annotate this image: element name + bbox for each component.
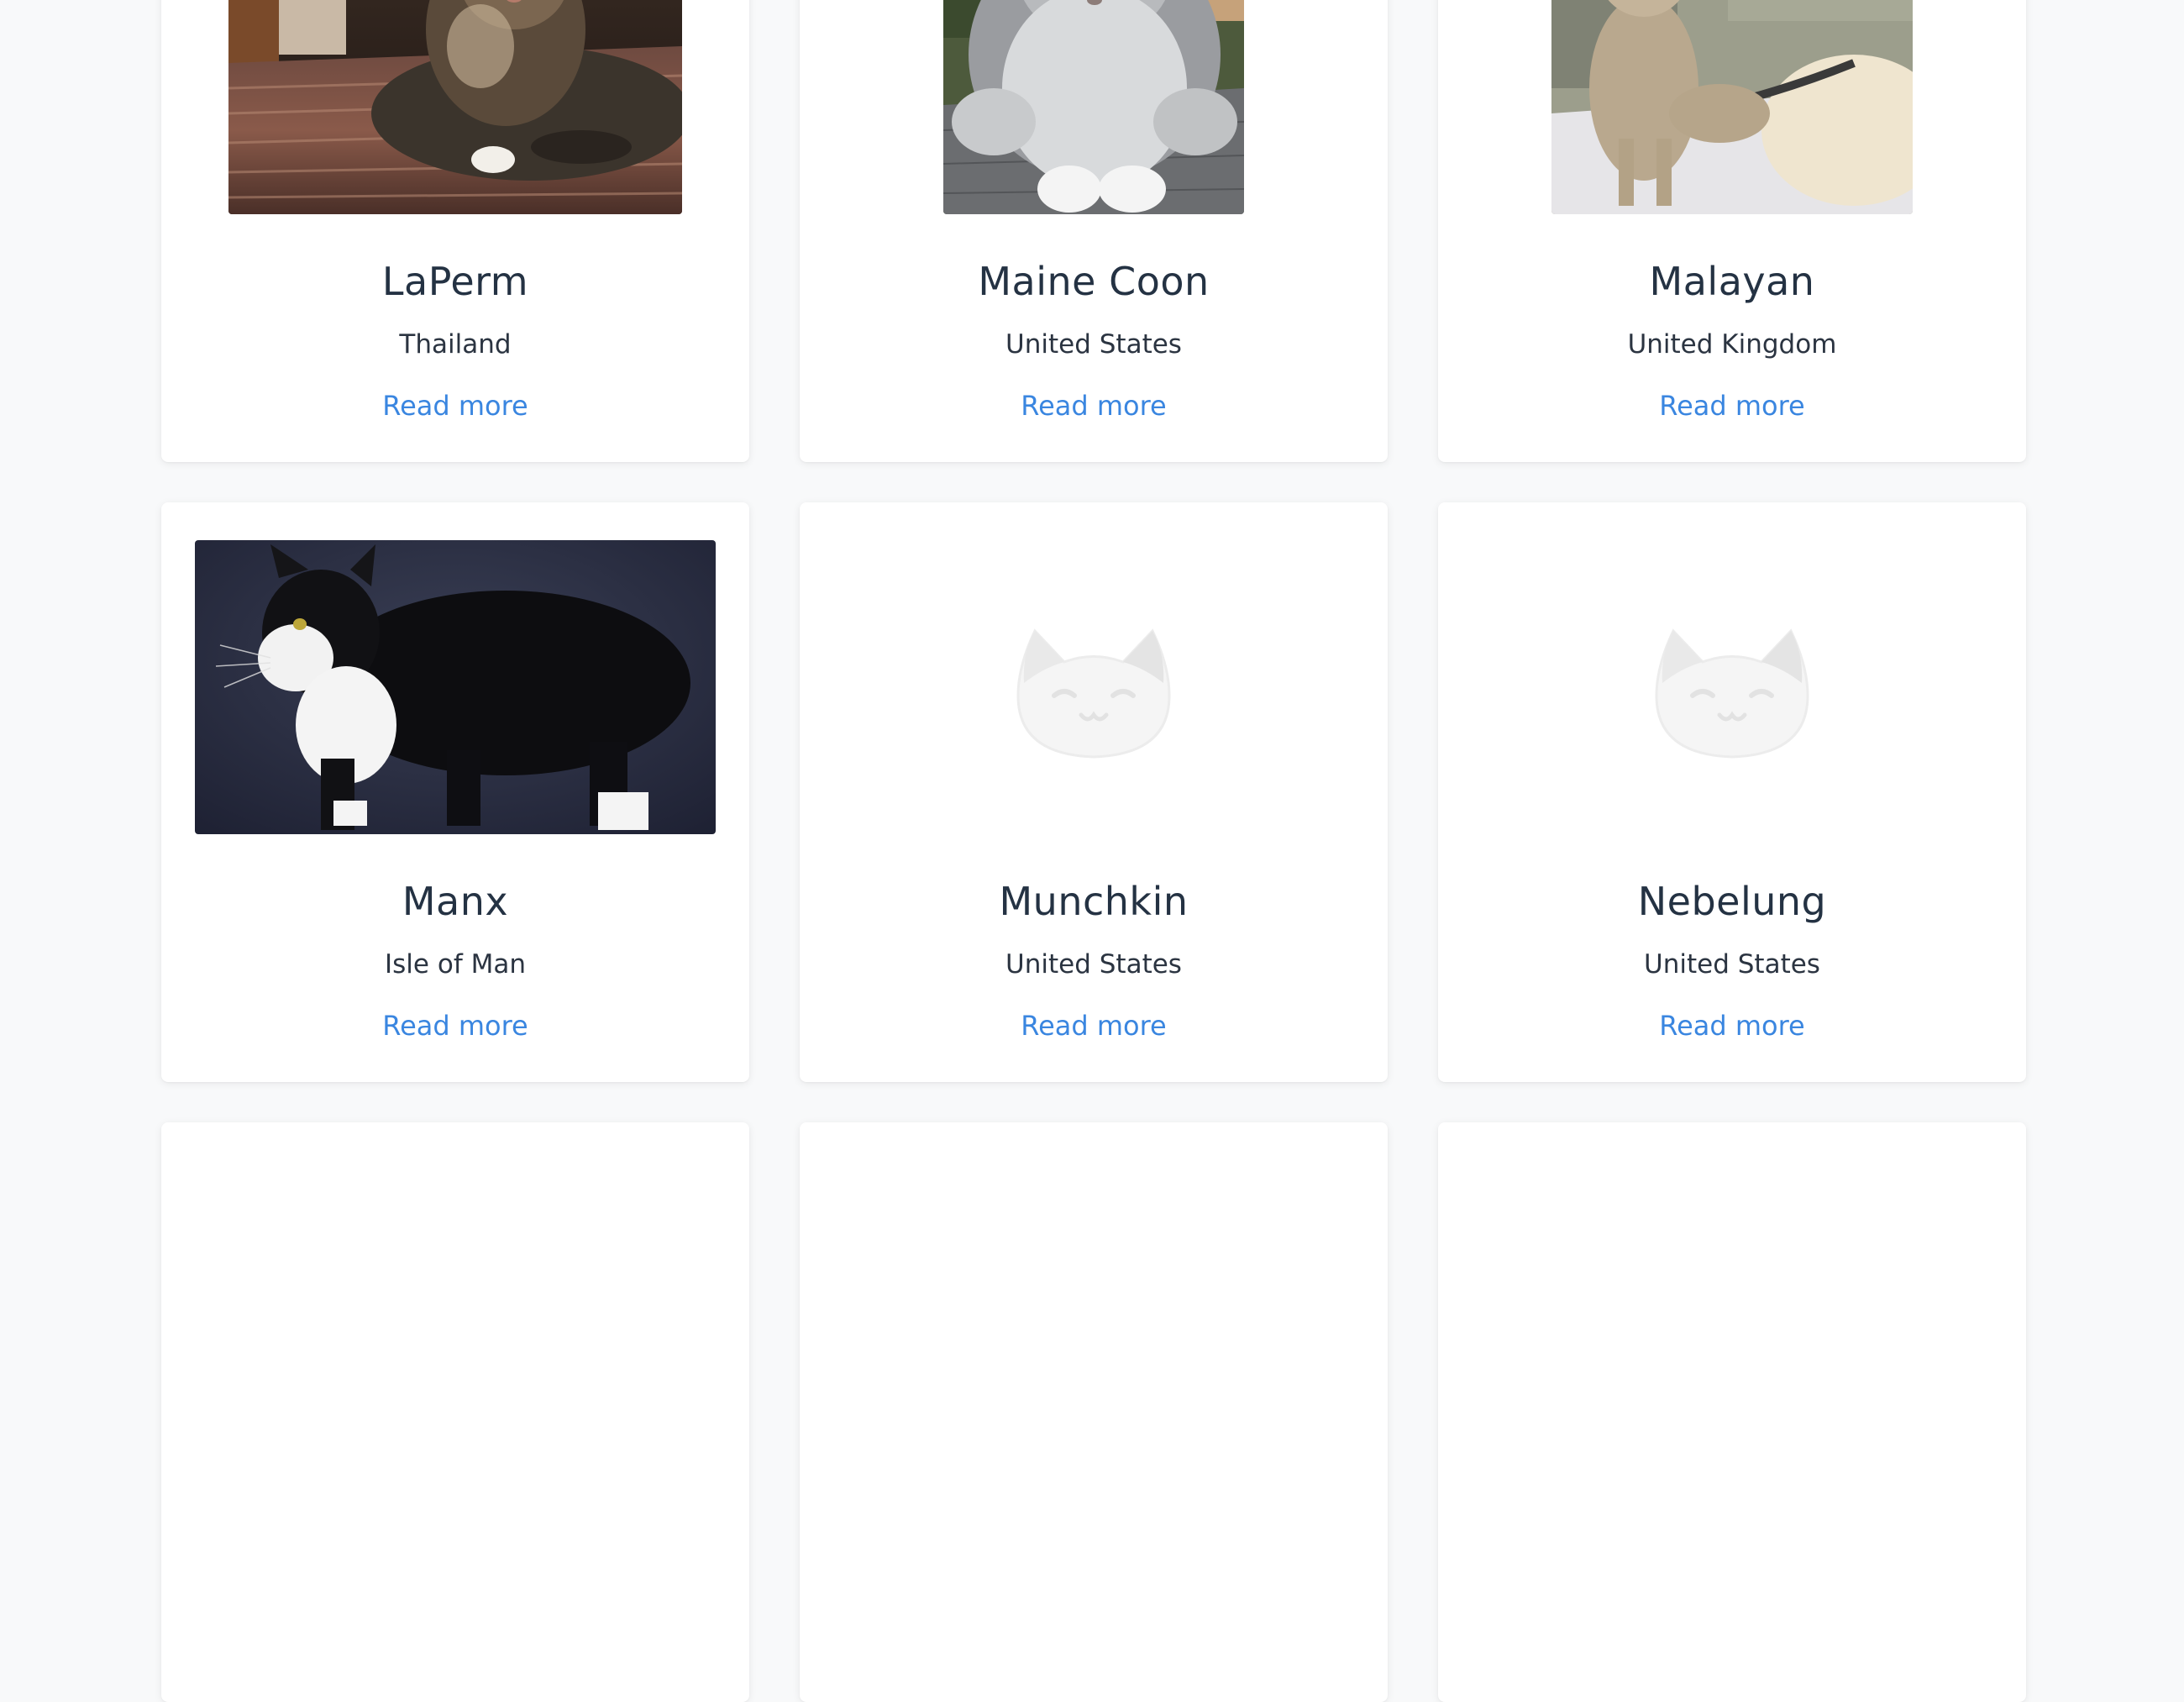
breed-origin: Thailand xyxy=(399,329,512,360)
breed-card xyxy=(161,1122,749,1702)
breed-image-container xyxy=(161,0,749,214)
breed-image-container xyxy=(1438,0,2026,214)
maine-coon-photo xyxy=(943,0,1244,214)
read-more-link[interactable]: Read more xyxy=(800,388,1388,423)
breed-name: Maine Coon xyxy=(978,259,1210,304)
breed-origin: United States xyxy=(1005,949,1182,980)
breed-image-container xyxy=(161,540,749,834)
breed-card: Nebelung United States Read more xyxy=(1438,502,2026,1082)
read-more-link[interactable]: Read more xyxy=(1438,388,2026,423)
breed-name: Malayan xyxy=(1649,259,1815,304)
breed-card: LaPerm Thailand Read more xyxy=(161,0,749,462)
breed-image-container xyxy=(1438,540,2026,834)
laperm-photo xyxy=(228,0,682,214)
breed-origin: Isle of Man xyxy=(385,949,526,980)
breed-image-container xyxy=(800,0,1388,214)
breed-origin: United States xyxy=(1644,949,1820,980)
breed-origin: United Kingdom xyxy=(1627,329,1837,360)
breed-name: LaPerm xyxy=(381,259,529,304)
read-more-link[interactable]: Read more xyxy=(1438,1008,2026,1043)
malayan-photo xyxy=(1551,0,1913,214)
breed-name: Manx xyxy=(402,879,509,924)
breed-card: Maine Coon United States Read more xyxy=(800,0,1388,462)
breed-name: Munchkin xyxy=(999,879,1189,924)
breed-card: Malayan United Kingdom Read more xyxy=(1438,0,2026,462)
breed-card: Munchkin United States Read more xyxy=(800,502,1388,1082)
breed-card xyxy=(800,1122,1388,1702)
breed-origin: United States xyxy=(1005,329,1182,360)
breed-name: Nebelung xyxy=(1637,879,1827,924)
read-more-link[interactable]: Read more xyxy=(161,1008,749,1043)
cat-placeholder-icon xyxy=(1652,616,1812,759)
breed-grid: LaPerm Thailand Read more Maine Coon Uni… xyxy=(161,0,2026,1702)
breed-card: Manx Isle of Man Read more xyxy=(161,502,749,1082)
cat-placeholder-icon xyxy=(1014,616,1173,759)
read-more-link[interactable]: Read more xyxy=(800,1008,1388,1043)
manx-photo xyxy=(195,540,716,834)
breed-image-container xyxy=(800,540,1388,834)
breed-card xyxy=(1438,1122,2026,1702)
read-more-link[interactable]: Read more xyxy=(161,388,749,423)
